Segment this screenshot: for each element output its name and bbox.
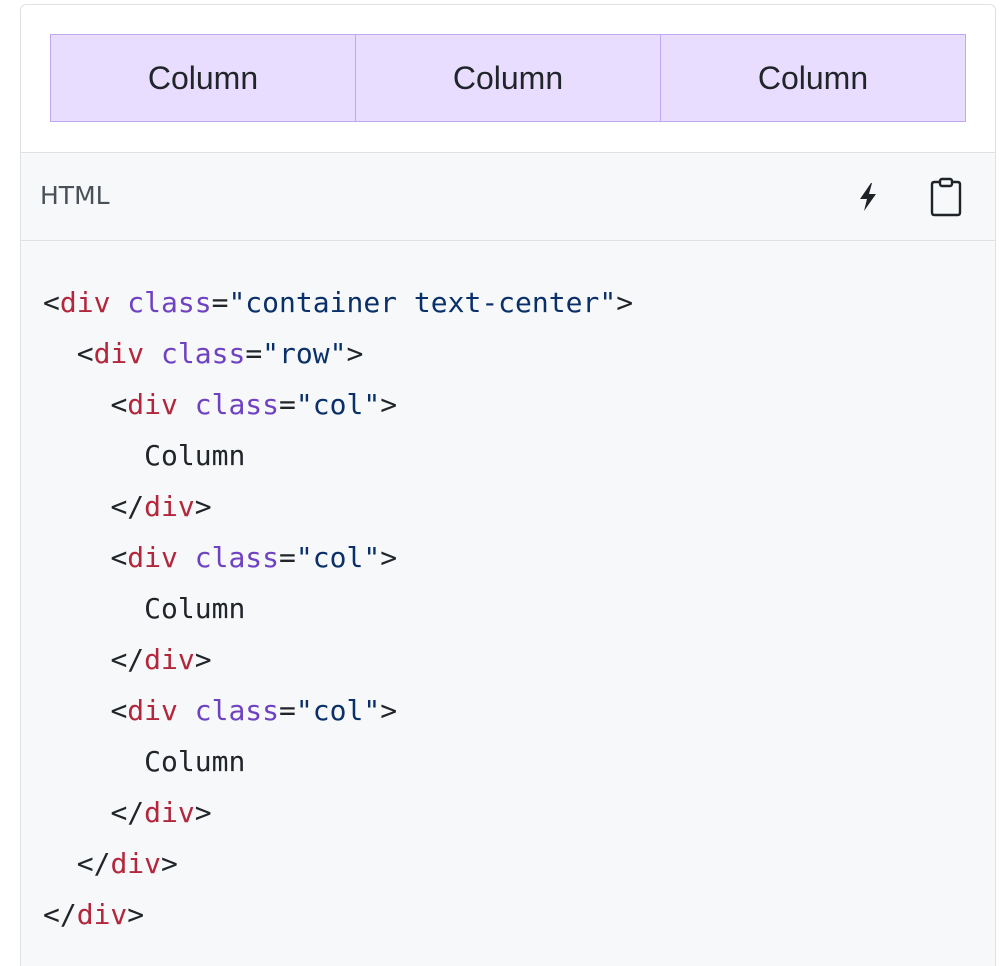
code-line: Column <box>43 430 633 481</box>
code-line: Column <box>43 736 633 787</box>
code-bracket: > <box>380 388 398 421</box>
code-listing: <div class="container text-center"> <div… <box>43 277 633 940</box>
code-line: <div class="col"> <box>43 532 633 583</box>
example-preview: Column Column Column <box>20 4 996 152</box>
code-bracket: > <box>346 337 364 370</box>
code-bracket: </ <box>110 490 145 523</box>
code-bracket: < <box>43 286 60 319</box>
code-tag: div <box>127 388 178 421</box>
code-tag: div <box>144 796 195 829</box>
code-text: Column <box>144 745 246 778</box>
code-string: "container text-center" <box>228 286 617 319</box>
code-bracket: </ <box>76 847 111 880</box>
code-string: "row" <box>262 337 347 370</box>
code-line: <div class="col"> <box>43 379 633 430</box>
code-bracket: </ <box>110 643 145 676</box>
code-line: Column <box>43 583 633 634</box>
code-header: HTML <box>21 153 995 241</box>
code-line: </div> <box>43 481 633 532</box>
code-line: </div> <box>43 787 633 838</box>
copy-button[interactable] <box>925 175 967 219</box>
code-attribute: class <box>194 541 280 574</box>
demo-row: Column Column Column <box>50 34 966 122</box>
demo-column-1: Column <box>50 34 356 122</box>
code-line: <div class="container text-center"> <box>43 286 634 319</box>
run-in-editor-button[interactable] <box>847 175 889 219</box>
code-bracket: </ <box>110 796 145 829</box>
language-label: HTML <box>40 181 110 210</box>
code-line: </div> <box>43 634 633 685</box>
code-attribute: class <box>161 337 246 370</box>
code-bracket: > <box>616 286 634 319</box>
code-snippet-panel: HTML <div class="container text-center">… <box>20 152 996 966</box>
code-tag: div <box>93 337 145 370</box>
code-tag: div <box>76 898 128 931</box>
code-tag: div <box>110 847 162 880</box>
code-attribute: class <box>194 388 280 421</box>
code-tag: div <box>144 643 195 676</box>
code-line: </div> <box>43 889 633 940</box>
code-string: "col" <box>295 694 381 727</box>
code-string: "col" <box>295 388 381 421</box>
code-text: Column <box>144 439 246 472</box>
code-bracket: </ <box>43 898 77 931</box>
code-bracket: > <box>161 847 178 880</box>
code-attribute: class <box>194 694 280 727</box>
code-line: <div class="col"> <box>43 685 633 736</box>
code-tag: div <box>59 286 111 319</box>
code-line: </div> <box>43 838 633 889</box>
clipboard-icon <box>930 177 962 217</box>
code-tag: div <box>127 541 178 574</box>
code-bracket: > <box>380 541 398 574</box>
code-bracket: > <box>127 898 145 931</box>
code-bracket: > <box>194 643 212 676</box>
code-bracket: < <box>110 388 128 421</box>
code-bracket: < <box>110 541 128 574</box>
code-attribute: class <box>127 286 212 319</box>
code-string: "col" <box>295 541 381 574</box>
demo-column-3: Column <box>661 34 966 122</box>
demo-column-2: Column <box>356 34 661 122</box>
code-bracket: < <box>110 694 128 727</box>
code-bracket: > <box>194 490 212 523</box>
lightning-bolt-icon <box>860 183 876 211</box>
code-bracket: > <box>380 694 398 727</box>
code-bracket: > <box>194 796 212 829</box>
code-bracket: < <box>76 337 94 370</box>
code-tag: div <box>127 694 178 727</box>
code-text: Column <box>144 592 246 625</box>
code-tag: div <box>144 490 195 523</box>
code-line: <div class="row"> <box>43 328 633 379</box>
